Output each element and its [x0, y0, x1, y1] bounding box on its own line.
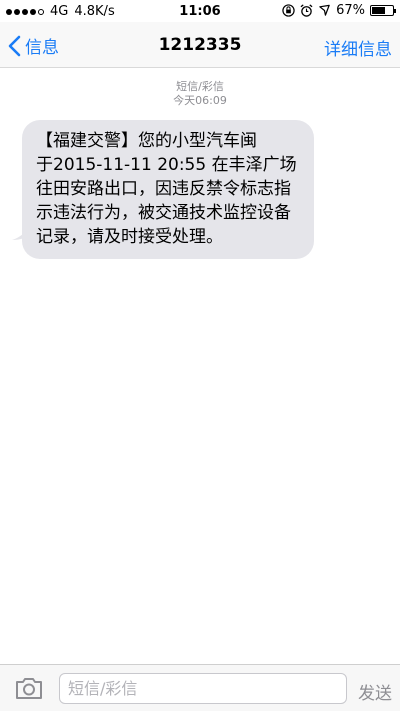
send-button[interactable]: 发送 [358, 679, 392, 704]
location-icon [319, 4, 330, 16]
message-input[interactable] [59, 673, 347, 704]
status-right: 67% [282, 3, 396, 18]
composer-bar: 发送 [0, 664, 400, 711]
battery-percent: 67% [336, 3, 365, 18]
status-bar: 4G 4.8K/s 11:06 67% [0, 0, 400, 22]
alarm-icon [300, 4, 313, 17]
thread-meta: 短信/彩信 今天06:09 [0, 80, 400, 108]
battery-fill [372, 7, 386, 14]
details-button[interactable]: 详细信息 [324, 35, 392, 60]
message-bubble[interactable]: 【福建交警】您的小型汽车闽 于2015-11-11 20:55 在丰泽广场往田安… [22, 120, 314, 259]
orientation-lock-icon [282, 4, 295, 17]
nav-bar: 信息 1212335 详细信息 [0, 22, 400, 68]
message-timestamp: 今天06:09 [173, 94, 227, 107]
message-text: 【福建交警】您的小型汽车闽 于2015-11-11 20:55 在丰泽广场往田安… [36, 131, 308, 247]
battery-icon [370, 5, 396, 16]
message-type-label: 短信/彩信 [176, 80, 224, 93]
camera-icon[interactable] [14, 675, 44, 701]
